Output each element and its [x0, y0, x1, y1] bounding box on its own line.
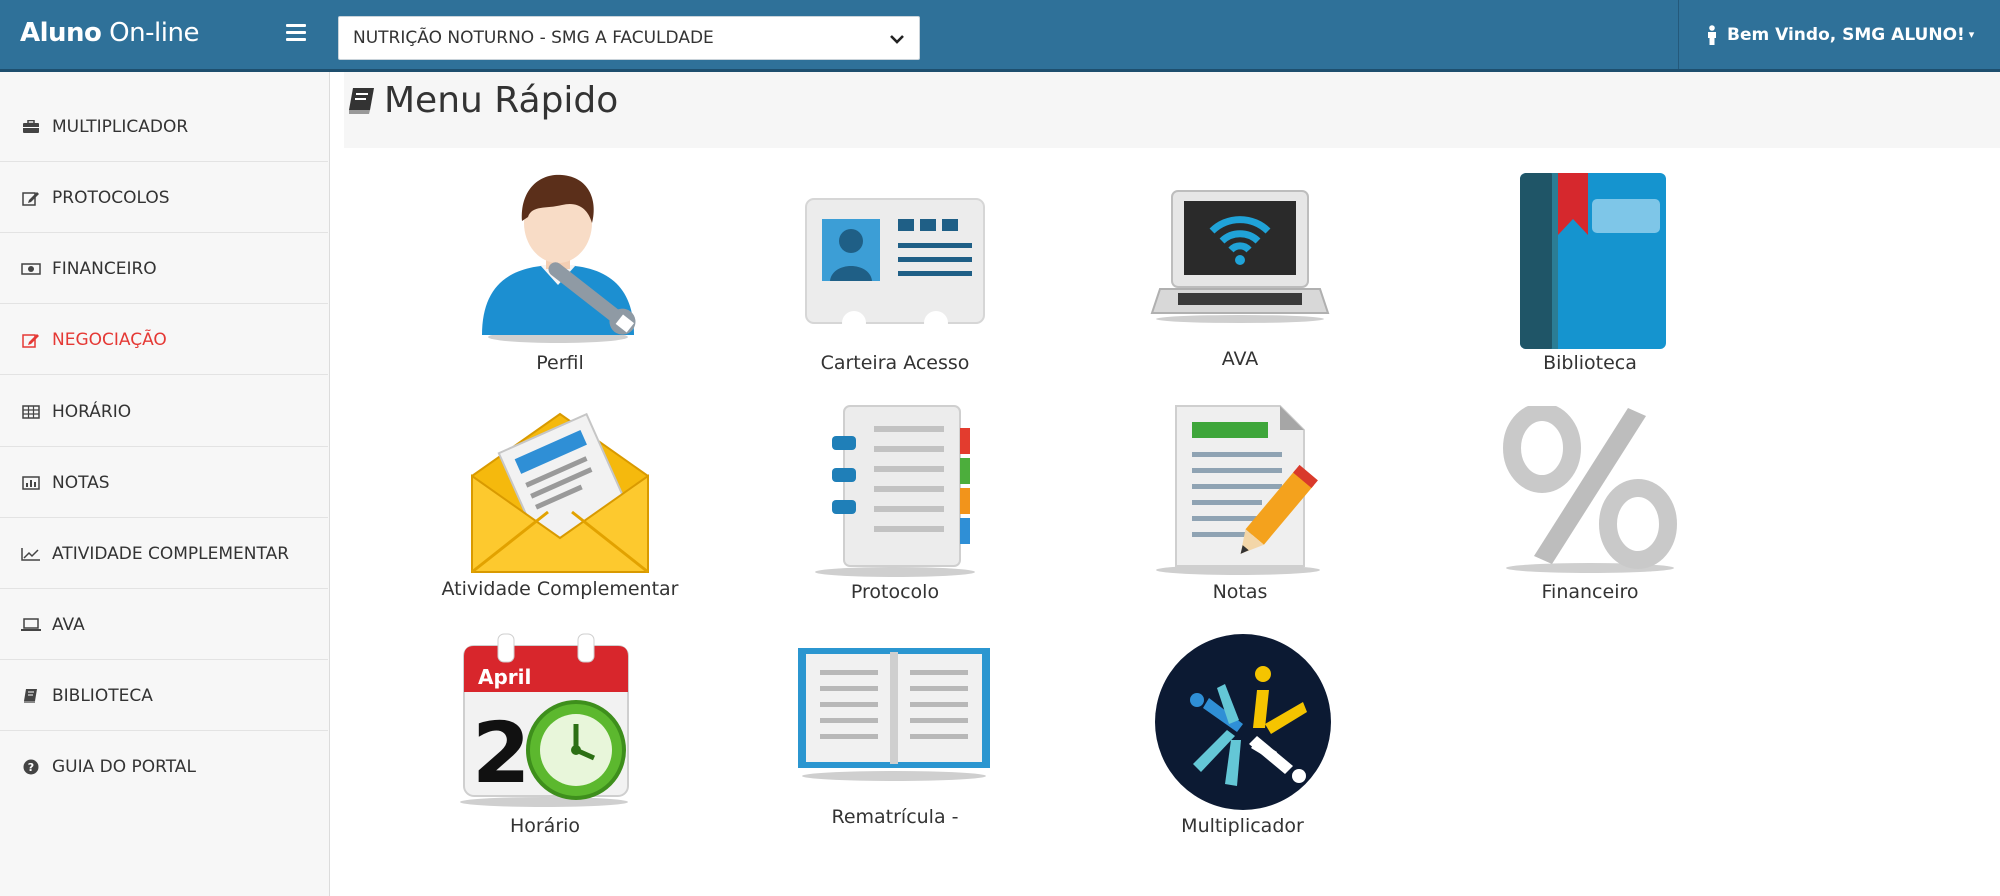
top-navbar: Aluno On-line NUTRIÇÃO NOTURNO - SMG A F… [0, 0, 2000, 72]
tile-financeiro[interactable]: Financeiro [1470, 398, 1710, 608]
edit-icon [20, 190, 42, 206]
sidebar-item-label: AVA [52, 614, 85, 635]
blue-book-icon [1520, 173, 1666, 349]
book-icon [20, 688, 42, 704]
user-wrench-icon [482, 174, 636, 343]
sidebar-item-horario[interactable]: HORÁRIO [0, 377, 328, 447]
sidebar-item-biblioteca[interactable]: BIBLIOTECA [0, 661, 328, 731]
user-menu[interactable]: Bem Vindo, SMG ALUNO! ▾ [1678, 0, 2000, 69]
laptop-wifi-icon [1150, 190, 1330, 323]
brand-rest: On-line [101, 18, 199, 48]
tile-label: Protocolo [850, 581, 940, 603]
tile-label: Perfil [536, 352, 584, 374]
tile-horario[interactable]: April 2 Horário [440, 632, 650, 842]
sidebar-item-label: GUIA DO PORTAL [52, 757, 196, 777]
book-icon [349, 88, 374, 114]
notebook-icon [815, 405, 975, 577]
bar-chart-icon [20, 475, 42, 491]
tile-label: Multiplicador [1181, 815, 1304, 837]
briefcase-icon [20, 119, 42, 135]
edit-icon [20, 332, 42, 348]
sidebar-item-multiplicador[interactable]: MULTIPLICADOR [0, 92, 328, 162]
sidebar-item-label: PROTOCOLOS [52, 187, 170, 208]
caret-down-icon: ▾ [1968, 28, 1975, 41]
tile-perfil[interactable]: Perfil [440, 165, 680, 375]
course-select-value: NUTRIÇÃO NOTURNO - SMG A FACULDADE [353, 28, 714, 48]
calendar-month: April [478, 665, 531, 689]
sidebar-item-label: MULTIPLICADOR [52, 116, 189, 137]
open-book-icon [798, 648, 990, 781]
tile-ava[interactable]: AVA [1120, 165, 1360, 375]
tile-label: Carteira Acesso [820, 352, 970, 374]
tile-label: Horário [509, 815, 581, 837]
sidebar-item-protocolos[interactable]: PROTOCOLOS [0, 163, 328, 233]
user-icon [1708, 24, 1716, 45]
user-greeting: Bem Vindo, SMG ALUNO! [1727, 24, 1965, 45]
sidebar-item-notas[interactable]: NOTAS [0, 448, 328, 518]
calendar-clock-icon: April 2 [460, 633, 629, 807]
tile-label: Rematrícula - [831, 806, 959, 828]
sidebar-item-guia-do-portal[interactable]: ? GUIA DO PORTAL [0, 732, 328, 802]
page-title: Menu Rápido [384, 80, 619, 121]
sidebar-item-ava[interactable]: AVA [0, 590, 328, 660]
envelope-document-icon [471, 412, 649, 574]
tile-carteira-acesso[interactable]: Carteira Acesso [780, 165, 1010, 375]
sidebar-item-label: FINANCEIRO [52, 258, 157, 279]
money-icon [20, 261, 42, 277]
tile-label: Financeiro [1541, 581, 1639, 603]
brand-bold: Aluno [20, 18, 102, 48]
question-circle-icon: ? [20, 759, 42, 775]
calendar-day: 2 [472, 704, 530, 802]
tile-notas[interactable]: Notas [1120, 398, 1360, 608]
sidebar-item-negociacao[interactable]: NEGOCIAÇÃO [0, 305, 328, 375]
tile-label: Notas [1212, 581, 1268, 603]
menu-toggle-icon[interactable] [286, 24, 306, 42]
sidebar-item-financeiro[interactable]: FINANCEIRO [0, 234, 328, 304]
sidebar-item-label: ATIVIDADE COMPLEMENTAR [52, 543, 290, 564]
tile-multiplicador[interactable]: Multiplicador [1130, 632, 1355, 842]
svg-text:?: ? [28, 761, 34, 774]
tile-atividade-complementar[interactable]: Atividade Complementar [430, 398, 690, 608]
tile-biblioteca[interactable]: Biblioteca [1470, 165, 1710, 375]
sidebar-item-label: BIBLIOTECA [52, 685, 153, 706]
app-brand[interactable]: Aluno On-line [20, 18, 199, 48]
sidebar-item-label: NEGOCIAÇÃO [52, 329, 167, 350]
tile-label: Biblioteca [1543, 352, 1637, 374]
tile-rematricula[interactable]: Rematrícula - [780, 632, 1010, 842]
sidebar-item-label: NOTAS [52, 472, 110, 493]
multiplicador-logo-icon [1155, 634, 1331, 810]
course-select[interactable]: NUTRIÇÃO NOTURNO - SMG A FACULDADE [338, 16, 920, 60]
percent-icon [1503, 406, 1677, 573]
notes-pencil-icon [1156, 405, 1320, 575]
id-card-icon [805, 198, 985, 335]
tile-label: AVA [1221, 348, 1259, 370]
table-icon [20, 404, 42, 420]
tile-protocolo[interactable]: Protocolo [780, 398, 1010, 608]
tile-label: Atividade Complementar [441, 578, 679, 600]
sidebar-item-label: HORÁRIO [52, 401, 132, 422]
line-chart-icon [20, 546, 42, 562]
laptop-icon [20, 617, 42, 633]
chevron-down-icon [890, 35, 904, 44]
sidebar-item-atividade-complementar[interactable]: ATIVIDADE COMPLEMENTAR [0, 519, 328, 589]
